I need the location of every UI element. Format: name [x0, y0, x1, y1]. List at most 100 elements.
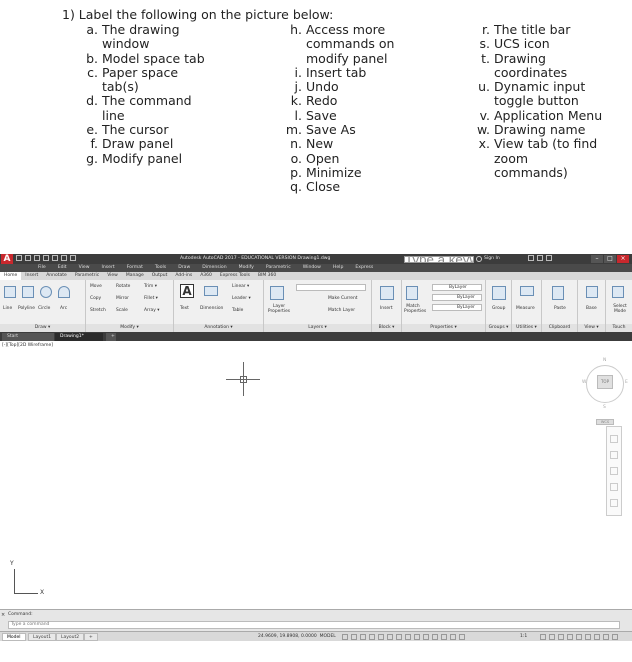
osnap-icon[interactable]: [405, 634, 411, 640]
select-mode-button[interactable]: Select Mode: [610, 304, 630, 314]
quick-properties-icon[interactable]: [567, 634, 573, 640]
paste-icon[interactable]: [552, 286, 564, 300]
menu-item[interactable]: Express: [349, 264, 379, 272]
match-properties-button[interactable]: Match Properties: [404, 304, 426, 314]
leader-button[interactable]: Leader ▾: [232, 296, 251, 301]
circle-button[interactable]: Circle: [38, 306, 50, 311]
new-icon[interactable]: [16, 255, 22, 261]
annotation-visibility-icon[interactable]: [441, 634, 447, 640]
layout2-tab[interactable]: Layout2: [56, 633, 85, 641]
new-tab-button[interactable]: +: [106, 333, 116, 341]
base-icon[interactable]: [586, 286, 598, 298]
make-current-button[interactable]: Make Current: [328, 296, 357, 301]
properties-panel-label[interactable]: Properties ▾: [402, 324, 485, 332]
layer-properties-button[interactable]: Layer Properties: [266, 304, 292, 314]
osnap-tracking-icon[interactable]: [396, 634, 402, 640]
ribbon-tab[interactable]: BIM 360: [254, 272, 280, 280]
model-space-tab[interactable]: Model: [2, 633, 26, 641]
isolate-icon[interactable]: [585, 634, 591, 640]
drawing-coordinates[interactable]: 24.9609, 19.8908, 0.0000 MODEL: [258, 633, 336, 641]
ribbon-tab[interactable]: View: [103, 272, 122, 280]
rotate-button[interactable]: Rotate: [116, 284, 130, 289]
search-input[interactable]: [404, 255, 474, 263]
save-as-icon[interactable]: [43, 255, 49, 261]
save-icon[interactable]: [34, 255, 40, 261]
zoom-icon[interactable]: [610, 467, 618, 475]
workspace-icon[interactable]: [540, 634, 546, 640]
polyline-icon[interactable]: [22, 286, 34, 298]
measure-icon[interactable]: [520, 286, 534, 296]
modify-panel-label[interactable]: Modify ▾: [86, 324, 173, 332]
text-icon[interactable]: A: [180, 284, 194, 298]
dynamic-input-icon[interactable]: [360, 634, 366, 640]
dimension-icon[interactable]: [204, 286, 218, 296]
menu-item[interactable]: Insert: [96, 264, 121, 272]
touch-panel-label[interactable]: Touch: [606, 324, 632, 332]
circle-icon[interactable]: [40, 286, 52, 298]
showmotion-icon[interactable]: [610, 499, 618, 507]
lineweight-dropdown[interactable]: ByLayer: [432, 304, 482, 311]
menu-item[interactable]: File: [0, 264, 52, 272]
help-icon[interactable]: [546, 255, 552, 261]
menu-item[interactable]: Edit: [52, 264, 73, 272]
sign-in-button[interactable]: Sign In: [484, 256, 500, 261]
minimize-button[interactable]: –: [591, 255, 603, 263]
measure-button[interactable]: Measure: [516, 306, 535, 311]
ribbon-tab[interactable]: A360: [196, 272, 216, 280]
menu-item[interactable]: Format: [121, 264, 149, 272]
ribbon-tab[interactable]: Manage: [122, 272, 148, 280]
polyline-button[interactable]: Polyline: [18, 306, 35, 311]
layout1-tab[interactable]: Layout1: [28, 633, 57, 641]
maximize-button[interactable]: □: [604, 255, 616, 263]
layer-properties-icon[interactable]: [270, 286, 284, 300]
linetype-dropdown[interactable]: ByLayer: [432, 294, 482, 301]
undo-icon[interactable]: [61, 255, 67, 261]
menu-item[interactable]: Parametric: [260, 264, 297, 272]
line-button[interactable]: Line: [3, 306, 12, 311]
customization-icon[interactable]: [612, 634, 618, 640]
command-input[interactable]: Type a command: [8, 621, 620, 629]
text-button[interactable]: Text: [180, 306, 189, 311]
fillet-button[interactable]: Fillet ▾: [144, 296, 158, 301]
plot-icon[interactable]: [52, 255, 58, 261]
command-close-icon[interactable]: ×: [1, 612, 7, 618]
units-icon[interactable]: [558, 634, 564, 640]
clean-screen-icon[interactable]: [603, 634, 609, 640]
ortho-icon[interactable]: [369, 634, 375, 640]
insert-block-icon[interactable]: [380, 286, 394, 300]
ribbon-tab[interactable]: Parametric: [71, 272, 103, 280]
add-layout-button[interactable]: +: [84, 633, 98, 641]
copy-button[interactable]: Copy: [90, 296, 101, 301]
linear-button[interactable]: Linear ▾: [232, 284, 249, 289]
drawing-tab[interactable]: Drawing1* ×: [55, 333, 103, 347]
start-tab[interactable]: Start: [2, 333, 54, 341]
open-icon[interactable]: [25, 255, 31, 261]
utilities-panel-label[interactable]: Utilities ▾: [512, 324, 541, 332]
select-mode-icon[interactable]: [612, 286, 624, 298]
close-button[interactable]: ×: [617, 255, 629, 263]
match-properties-icon[interactable]: [406, 286, 418, 300]
groups-panel-label[interactable]: Groups ▾: [486, 324, 511, 332]
color-dropdown[interactable]: ByLayer: [432, 284, 482, 291]
ribbon-tab[interactable]: Annotate: [42, 272, 71, 280]
layer-dropdown[interactable]: [296, 284, 366, 291]
auto-scale-icon[interactable]: [450, 634, 456, 640]
exchange-icon[interactable]: [528, 255, 534, 261]
viewcube-top[interactable]: TOP: [597, 375, 613, 389]
search-icon[interactable]: [476, 256, 482, 262]
move-button[interactable]: Move: [90, 284, 102, 289]
ribbon-tab[interactable]: Output: [148, 272, 172, 280]
grid-icon[interactable]: [342, 634, 348, 640]
menu-item[interactable]: Help: [327, 264, 349, 272]
isodraft-icon[interactable]: [387, 634, 393, 640]
drawing-window[interactable]: [-][Top][2D Wireframe] TOP N W E S WCS Y…: [0, 341, 632, 609]
scale-button[interactable]: Scale: [116, 308, 128, 313]
polar-icon[interactable]: [378, 634, 384, 640]
annotation-scale-icon[interactable]: [459, 634, 465, 640]
ribbon-tab[interactable]: Add-ins: [171, 272, 196, 280]
menu-item[interactable]: Dimension: [196, 264, 232, 272]
draw-panel-label[interactable]: Draw ▾: [0, 324, 85, 332]
menu-item[interactable]: Tools: [149, 264, 172, 272]
ribbon-tab[interactable]: Home: [0, 272, 22, 280]
group-button[interactable]: Group: [492, 306, 505, 311]
